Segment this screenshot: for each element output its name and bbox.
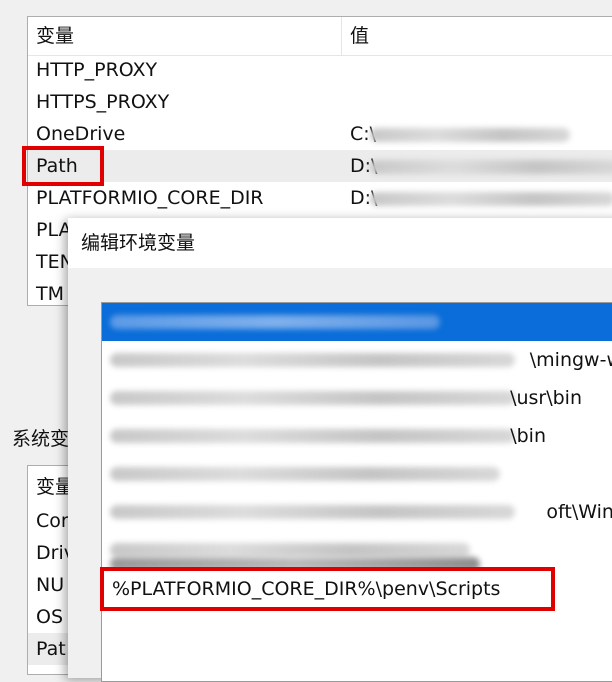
variable-name: PLA (36, 219, 72, 241)
path-entry-text: \mingw-w (529, 349, 612, 371)
path-entries-list[interactable]: \mingw-w \usr\bin \bin oft\Wind %PLATFOR… (100, 302, 612, 682)
column-header-value[interactable]: 值 (350, 20, 369, 52)
list-header: 变量 值 (28, 17, 612, 56)
path-entry-edit-field[interactable]: %PLATFORMIO_CORE_DIR%\penv\Scripts (100, 567, 555, 611)
redacted-entry (110, 467, 500, 481)
path-highlight-box (22, 146, 104, 186)
redacted-entry (110, 429, 515, 443)
path-entry[interactable]: \usr\bin (102, 379, 612, 417)
redacted-entry (110, 391, 515, 405)
path-entry-text: \bin (510, 425, 546, 447)
column-divider[interactable] (341, 17, 342, 55)
system-variable-name[interactable]: NU (36, 569, 64, 601)
variable-row[interactable]: PLATFORMIO_CORE_DIR D:\ (28, 182, 612, 214)
redacted-value (370, 128, 570, 142)
path-entry-selected[interactable] (102, 303, 612, 341)
variable-row[interactable]: HTTP_PROXY (28, 54, 612, 86)
variable-name: PLATFORMIO_CORE_DIR (36, 187, 264, 209)
variable-row[interactable]: HTTPS_PROXY (28, 86, 612, 118)
path-entry[interactable]: oft\Wind (102, 493, 612, 531)
variable-name: HTTPS_PROXY (36, 91, 170, 113)
path-entry[interactable] (102, 455, 612, 493)
dialog-title-bar[interactable]: 编辑环境变量 (68, 218, 612, 268)
redacted-entry (110, 505, 515, 519)
system-variable-name[interactable]: OS (36, 601, 63, 633)
path-entry[interactable]: \bin (102, 417, 612, 455)
system-variables-label: 系统变 (12, 428, 70, 450)
path-entry-partial[interactable] (102, 555, 612, 571)
path-entry-text: \usr\bin (510, 387, 582, 409)
path-entry[interactable]: \mingw-w (102, 341, 612, 379)
system-variable-name[interactable]: Cor (36, 505, 69, 537)
path-entry-text: oft\Wind (546, 501, 612, 523)
column-header-name[interactable]: 变量 (36, 20, 74, 52)
variable-row-path[interactable]: Path D:\ (28, 150, 612, 182)
redacted-entry (110, 315, 440, 329)
variable-name: TM (36, 283, 64, 305)
path-entry-edit-value[interactable]: %PLATFORMIO_CORE_DIR%\penv\Scripts (112, 571, 500, 607)
system-variable-name: Pat (36, 638, 66, 660)
dialog-title: 编辑环境变量 (81, 232, 196, 254)
redacted-value (370, 192, 612, 206)
variable-name: HTTP_PROXY (36, 59, 158, 81)
variable-row[interactable]: OneDrive C:\ (28, 118, 612, 150)
redacted-value (370, 160, 612, 174)
redacted-entry (110, 353, 515, 367)
edit-environment-variable-dialog: 编辑环境变量 \mingw-w \usr\bin \bin oft\Wind (68, 218, 612, 682)
